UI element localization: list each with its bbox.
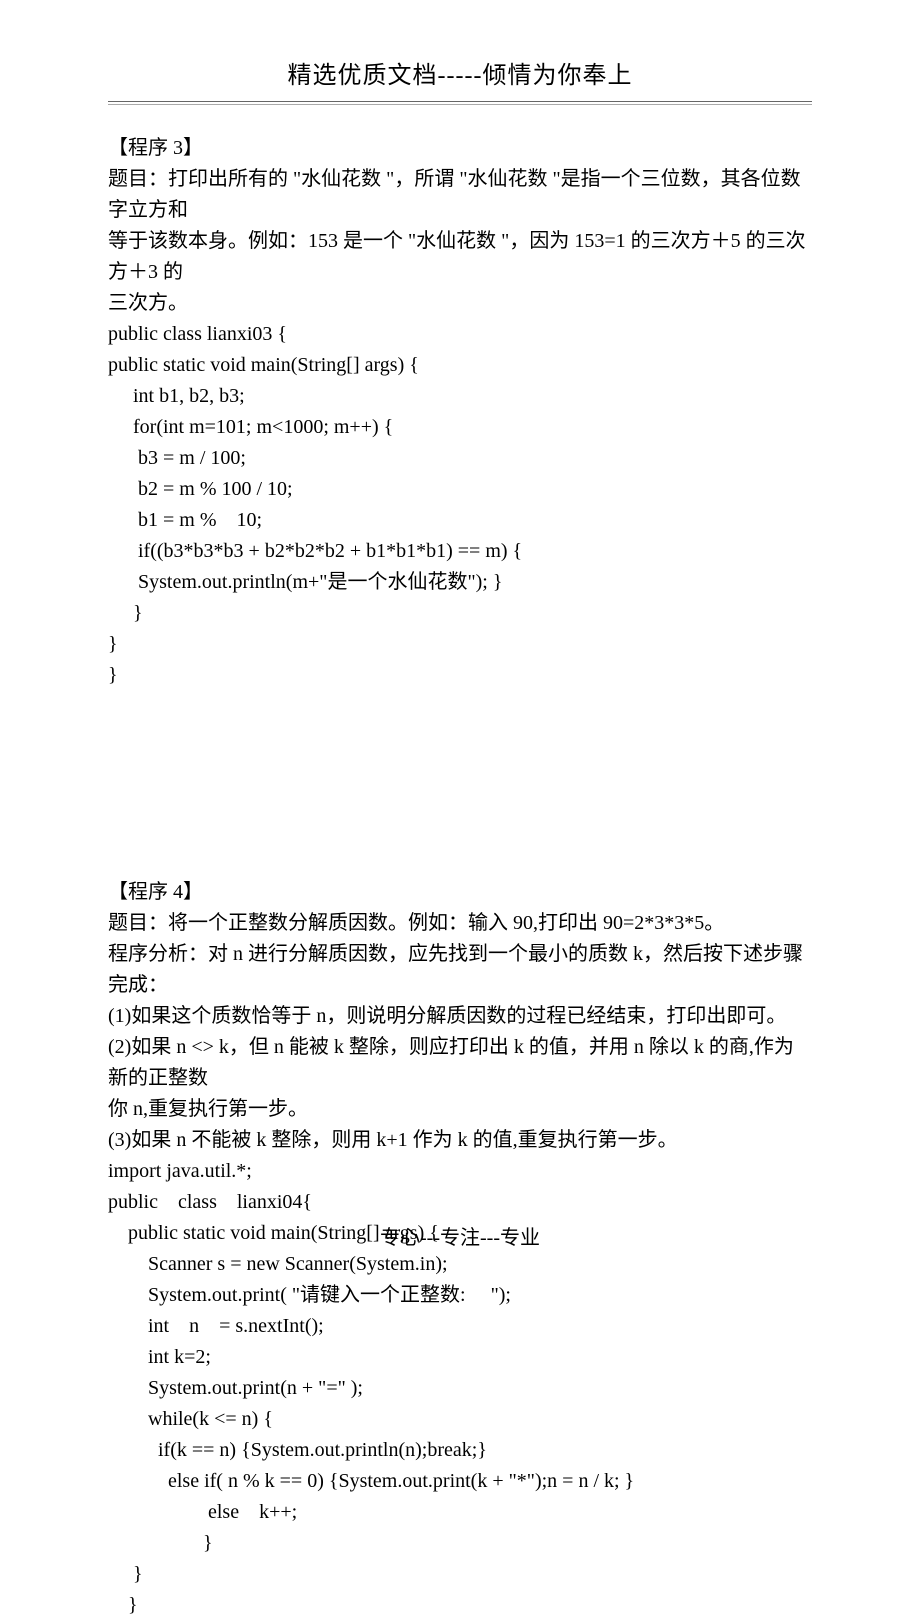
- program4-code-10: else if( n % k == 0) {System.out.print(k…: [108, 1466, 812, 1497]
- program4-code-11: else k++;: [108, 1497, 812, 1528]
- program4-code-7: System.out.print(n + "=" );: [108, 1373, 812, 1404]
- program4-code-5: int n = s.nextInt();: [108, 1311, 812, 1342]
- program3-code-10: }: [108, 629, 812, 660]
- program3-code-9: }: [108, 598, 812, 629]
- program4-code-1: public class lianxi04{: [108, 1187, 812, 1218]
- program4-code-13: }: [108, 1559, 812, 1590]
- program4-desc-5: 你 n,重复执行第一步。: [108, 1094, 812, 1125]
- program3-code-4: b3 = m / 100;: [108, 443, 812, 474]
- program3-desc-3: 三次方。: [108, 288, 812, 319]
- program4-code-9: if(k == n) {System.out.println(n);break;…: [108, 1435, 812, 1466]
- program4-code-4: System.out.print( "请键入一个正整数: ");: [108, 1280, 812, 1311]
- program4-desc-2: 程序分析：对 n 进行分解质因数，应先找到一个最小的质数 k，然后按下述步骤完成…: [108, 939, 812, 1001]
- program3-code-1: public static void main(String[] args) {: [108, 350, 812, 381]
- program4-desc-3: (1)如果这个质数恰等于 n，则说明分解质因数的过程已经结束，打印出即可。: [108, 1001, 812, 1032]
- program3-desc-2: 等于该数本身。例如：153 是一个 "水仙花数 "，因为 153=1 的三次方＋…: [108, 226, 812, 288]
- program4-title: 【程序 4】: [108, 877, 812, 908]
- program4-code-14: }: [108, 1590, 812, 1621]
- program3-code-6: b1 = m % 10;: [108, 505, 812, 536]
- page-header: 精选优质文档-----倾情为你奉上: [108, 58, 812, 95]
- program3-code-5: b2 = m % 100 / 10;: [108, 474, 812, 505]
- program3-desc-1: 题目：打印出所有的 "水仙花数 "，所谓 "水仙花数 "是指一个三位数，其各位数…: [108, 164, 812, 226]
- program3-code-11: }: [108, 660, 812, 691]
- section-spacer: [108, 691, 812, 877]
- program4-code-12: }: [108, 1528, 812, 1559]
- program3-code-0: public class lianxi03 {: [108, 319, 812, 350]
- program4-code-8: while(k <= n) {: [108, 1404, 812, 1435]
- program4-code-6: int k=2;: [108, 1342, 812, 1373]
- program3-title: 【程序 3】: [108, 133, 812, 164]
- program4-code-0: import java.util.*;: [108, 1156, 812, 1187]
- document-content: 【程序 3】 题目：打印出所有的 "水仙花数 "，所谓 "水仙花数 "是指一个三…: [108, 133, 812, 1621]
- program3-code-2: int b1, b2, b3;: [108, 381, 812, 412]
- program3-code-8: System.out.println(m+"是一个水仙花数"); }: [108, 567, 812, 598]
- program3-code-3: for(int m=101; m<1000; m++) {: [108, 412, 812, 443]
- page-footer: 专心---专注---专业: [0, 1223, 920, 1254]
- program4-desc-1: 题目：将一个正整数分解质因数。例如：输入 90,打印出 90=2*3*3*5。: [108, 908, 812, 939]
- program4-desc-4: (2)如果 n <> k，但 n 能被 k 整除，则应打印出 k 的值，并用 n…: [108, 1032, 812, 1094]
- program3-code-7: if((b3*b3*b3 + b2*b2*b2 + b1*b1*b1) == m…: [108, 536, 812, 567]
- program4-desc-6: (3)如果 n 不能被 k 整除，则用 k+1 作为 k 的值,重复执行第一步。: [108, 1125, 812, 1156]
- header-divider: [108, 101, 812, 103]
